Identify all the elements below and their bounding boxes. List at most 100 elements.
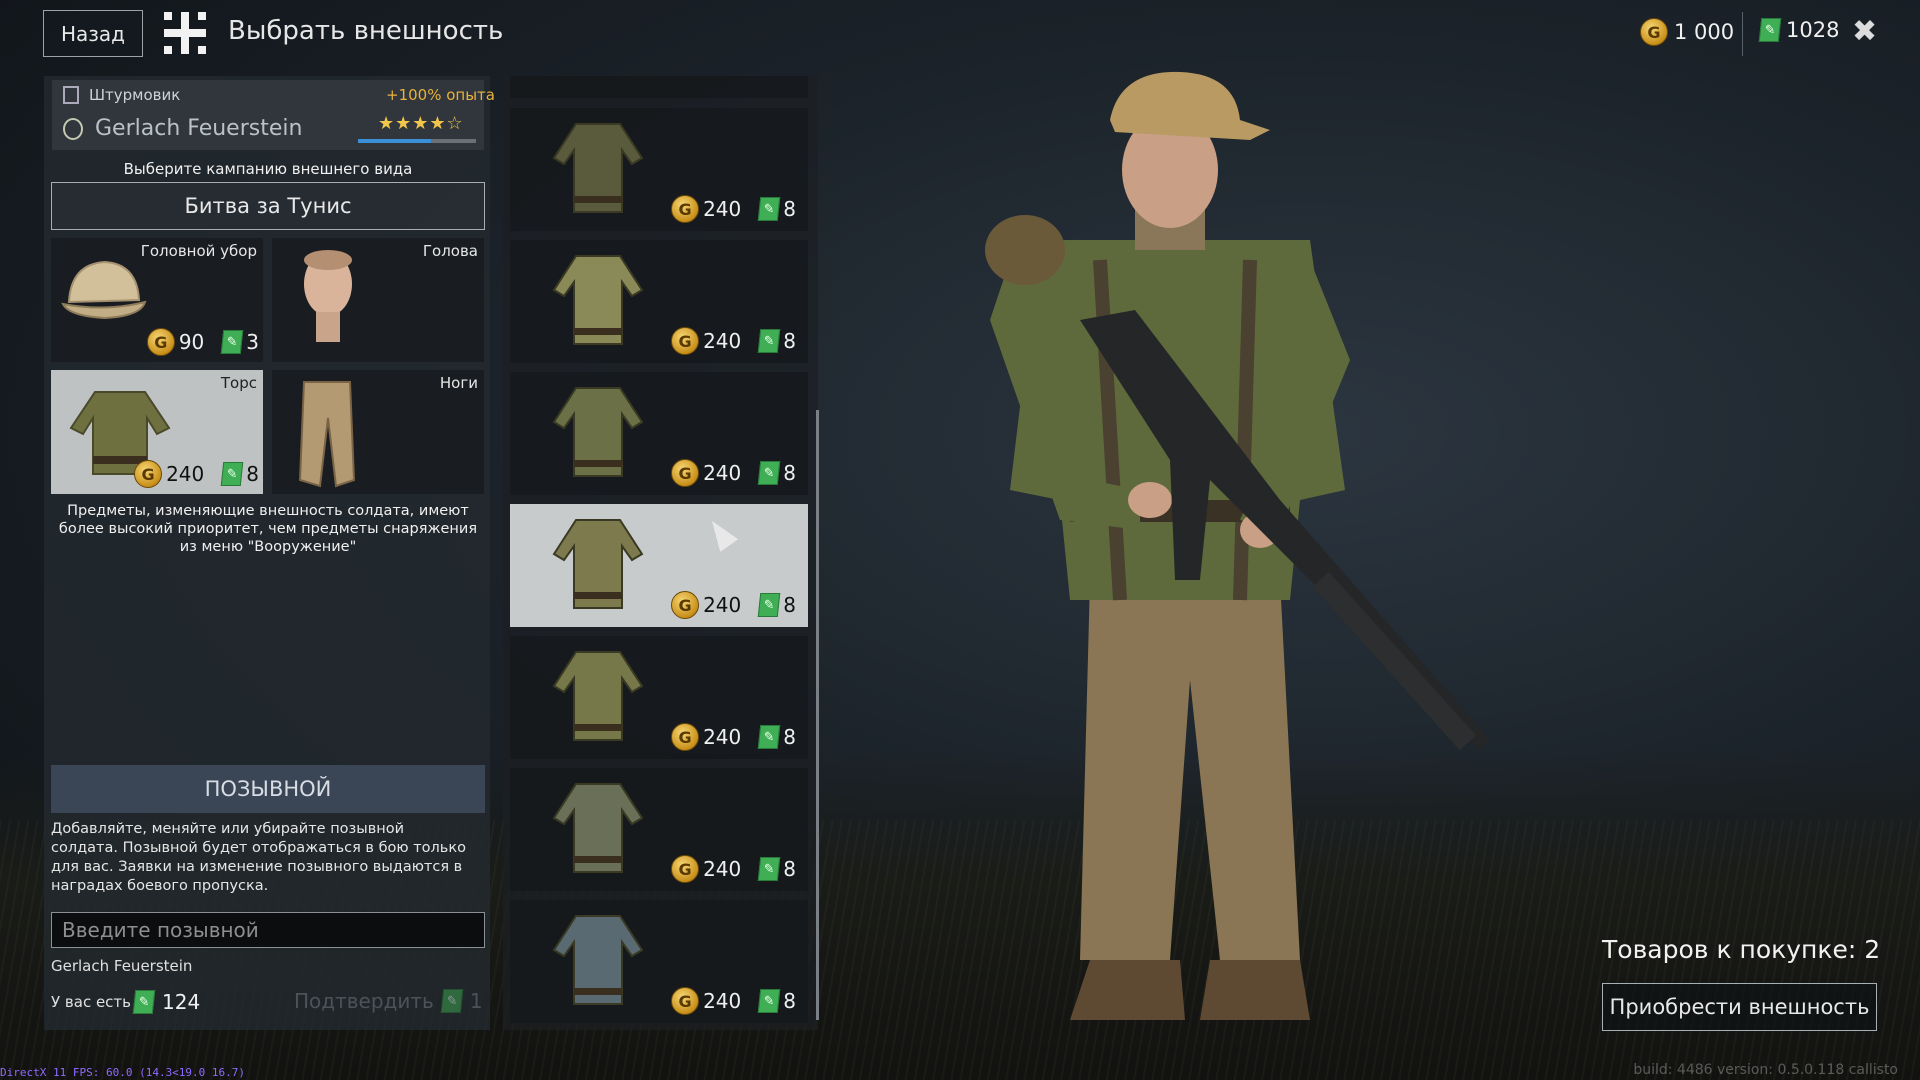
silver-coin-icon: G [671,591,700,619]
back-button[interactable]: Назад [43,10,143,57]
slot-headwear-price: G 90 ✎ 3 [146,328,259,356]
slot-headwear-label: Головной убор [140,242,257,260]
class-icon [63,86,79,104]
callsign-header: ПОЗЫВНОЙ [51,765,485,813]
buy-appearance-button[interactable]: Приобрести внешность [1602,983,1877,1031]
silver-coin-icon: G [146,328,175,356]
silver-coin-icon: G [671,855,700,883]
tunic-icon [552,783,644,873]
torso-list-item[interactable]: G 240 ✎ 8 [510,636,808,759]
current-callsign: Gerlach Feuerstein [51,957,193,975]
silver-coin-icon: G [1640,18,1668,46]
torso-price: G 240 ✎ 8 [671,591,796,619]
price-value: 90 [178,330,205,354]
campaign-select[interactable]: Битва за Тунис [51,182,485,230]
ticket-balance: ✎ 1028 [1758,18,1840,42]
slot-legs[interactable]: Ноги [272,370,484,494]
confirm-cost: 1 [469,989,483,1013]
medal-icon [63,118,83,140]
silver-amount: 1 000 [1674,20,1735,44]
soldier-model [985,71,1490,1020]
xp-progress-fill [358,139,432,143]
header-divider [1742,12,1743,56]
field-cap-icon [61,260,147,320]
callsign-description: Добавляйте, меняйте или убирайте позывно… [51,821,466,894]
tunic-icon [552,519,644,609]
torso-list-item[interactable]: G 240 ✎ 8 [510,372,808,495]
ticket-value: 8 [783,857,796,881]
trousers-icon [298,381,356,488]
slot-head[interactable]: Голова [272,238,484,362]
appearance-ticket-icon: ✎ [758,197,781,221]
slot-torso-price: G 240 ✎ 8 [134,460,259,488]
faction-cross-icon [164,12,206,54]
callsign-input[interactable] [51,912,485,948]
soldier-name: Gerlach Feuerstein [95,116,303,141]
torso-list-item[interactable]: G 240 ✎ 8 [510,900,808,1023]
appearance-ticket-icon: ✎ [758,857,781,881]
slot-legs-label: Ноги [439,374,478,392]
slot-headwear[interactable]: Головной убор G 90 ✎ 3 [51,238,263,362]
torso-list-item[interactable]: G 240 ✎ 8 [510,240,808,363]
torso-list-item[interactable]: G 240 ✎ 8 [510,768,808,891]
appearance-ticket-icon: ✎ [758,329,781,353]
torso-price: G 240 ✎ 8 [671,459,796,487]
price-value: 240 [703,329,742,353]
page-title: Выбрать внешность [228,16,504,46]
torso-list-item[interactable]: G 240 ✎ 8 [510,504,808,627]
head-icon [304,250,352,342]
ticket-value: 8 [783,593,796,617]
torso-list-item[interactable]: G 240 ✎ 8 [510,108,808,231]
torso-price: G 240 ✎ 8 [671,327,796,355]
appearance-ticket-icon: ✎ [758,989,781,1013]
xp-bonus: +100% опыта [386,86,495,104]
torso-price: G 240 ✎ 8 [671,723,796,751]
price-value: 240 [703,989,742,1013]
callsign-ticket-icon: ✎ [132,990,156,1014]
appearance-ticket-icon: ✎ [758,725,781,749]
tunic-icon [552,387,644,477]
campaign-hint: Выберите кампанию внешнего вида [123,160,413,178]
silver-coin-icon: G [671,327,700,355]
price-value: 240 [703,725,742,749]
silver-coin-icon: G [671,987,700,1015]
tunic-icon [552,651,644,741]
tunic-icon [552,123,644,213]
ticket-amount: 1028 [1786,18,1840,42]
silver-coin-icon: G [671,459,700,487]
priority-note: Предметы, изменяющие внешность солдата, … [58,503,478,555]
silver-coin-icon: G [671,723,700,751]
silver-coin-icon: G [134,460,163,488]
have-value: 124 [162,990,201,1014]
rank-stars: ★★★★☆ [378,113,464,134]
list-scrollbar[interactable] [816,410,819,1020]
price-value: 240 [703,197,742,221]
confirm-label: Подтвердить [294,989,434,1013]
price-value: 240 [703,461,742,485]
appearance-ticket-icon: ✎ [758,461,781,485]
close-button[interactable]: ✖ [1852,14,1877,49]
confirm-callsign-button[interactable]: Подтвердить ✎ 1 [294,989,483,1013]
items-to-buy-count: Товаров к покупке: 2 [1602,935,1881,964]
xp-progress-bar [358,139,476,143]
ticket-value: 8 [783,725,796,749]
ticket-value: 8 [783,329,796,353]
build-info: build: 4486 version: 0.5.0.118 callisto [1633,1062,1898,1078]
silver-balance: G 1 000 [1640,18,1734,46]
ticket-value: 8 [246,462,259,486]
silver-coin-icon: G [671,195,700,223]
callsign-ticket-icon: ✎ [440,989,464,1013]
ticket-value: 3 [246,330,259,354]
price-value: 240 [166,462,205,486]
have-label: У вас есть [51,993,132,1011]
price-value: 240 [703,857,742,881]
list-item-partial [510,76,808,98]
ticket-value: 8 [783,461,796,485]
slot-torso[interactable]: Торс G 240 ✎ 8 [51,370,263,494]
ticket-value: 8 [783,197,796,221]
appearance-ticket-icon: ✎ [1758,18,1782,42]
torso-price: G 240 ✎ 8 [671,987,796,1015]
soldier-class: Штурмовик [89,86,181,104]
ticket-value: 8 [783,989,796,1013]
tunic-icon [552,255,644,345]
